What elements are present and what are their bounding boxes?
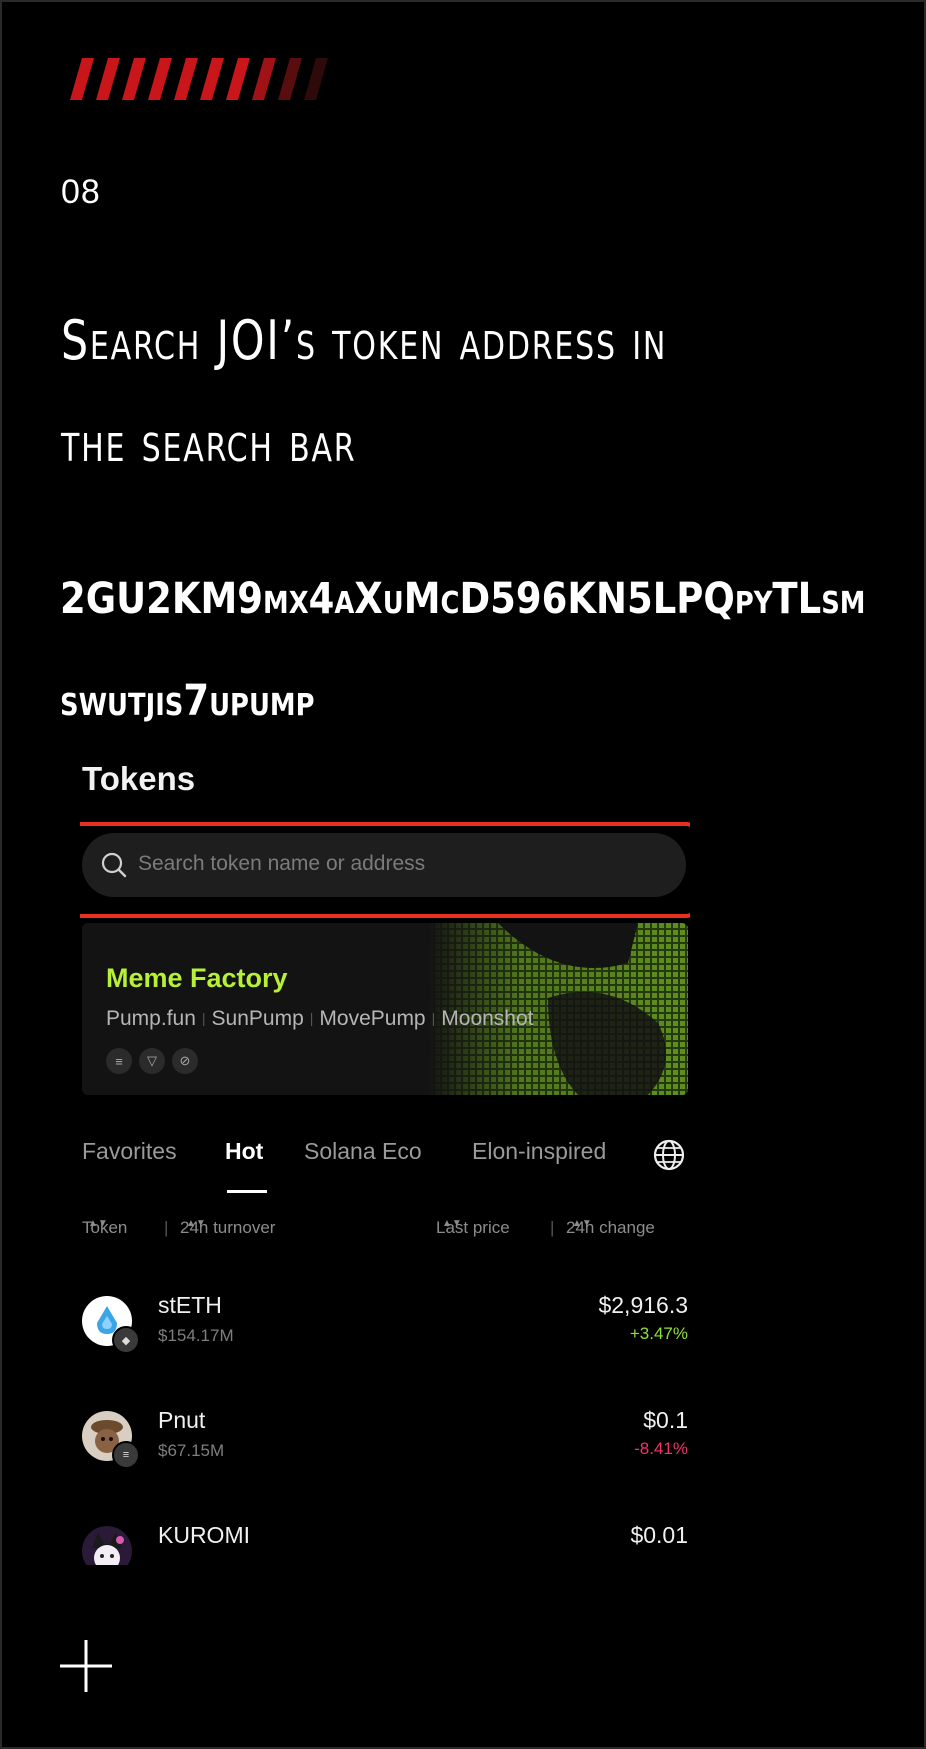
platform-label: SunPump (211, 1007, 304, 1030)
token-price: $0.01 (630, 1522, 688, 1548)
tab-hot[interactable]: Hot (225, 1138, 263, 1165)
token-turnover: $154.17M (158, 1326, 234, 1345)
heading-line-1: Search JOI’s token address in (61, 309, 668, 372)
platform-label: MovePump (319, 1007, 426, 1030)
tron-icon: ▽ (139, 1048, 165, 1074)
token-change: -8.41% (634, 1439, 688, 1458)
tab-solana-eco[interactable]: Solana Eco (304, 1138, 422, 1165)
solana-icon: ≡ (106, 1048, 132, 1074)
search-highlight-box (80, 822, 690, 918)
token-symbol: stETH (158, 1292, 222, 1318)
ethereum-icon: ◆ (112, 1326, 140, 1354)
step-number: 08 (61, 173, 101, 211)
banner-title: Meme Factory (106, 963, 288, 993)
token-change: +3.47% (629, 1324, 688, 1343)
token-turnover: $67.15M (158, 1441, 225, 1460)
token-row-pnut[interactable]: ≡ Pnut $67.15M $0.1 -8.41% (82, 1403, 688, 1473)
column-headers: Token ▲▼ | 24h turnover ▲▼ Last price ▲▼ | … (82, 1218, 655, 1237)
active-tab-underline (227, 1190, 267, 1193)
token-row-kuromi[interactable]: KUROMI $0.01 (82, 1518, 688, 1565)
token-row-steth[interactable]: ◆ stETH $154.17M $2,916.3 +3.47% (82, 1288, 688, 1358)
app-screenshot: Tokens Search token name or address Meme… (80, 760, 690, 1565)
solana-icon: ≡ (112, 1441, 140, 1469)
plus-icon[interactable] (60, 1640, 112, 1692)
token-price: $0.1 (643, 1407, 688, 1433)
tab-elon-inspired[interactable]: Elon-inspired (472, 1138, 606, 1165)
move-icon: ⊘ (172, 1048, 198, 1074)
chain-icons: ≡ ▽ ⊘ (106, 1048, 198, 1074)
token-address-line-1: 2GU2KM9mx4aXuMcD596KN5LPQpyTLsm (60, 574, 866, 624)
banner-platforms: Pump.fun | SunPump | MovePump | Moonshot (106, 1007, 534, 1030)
step-heading: Search JOI’s token address in the search… (61, 290, 791, 494)
red-stripes-decoration (70, 58, 328, 100)
meme-factory-banner[interactable]: Meme Factory Pump.fun | SunPump | MovePump | M… (82, 923, 688, 1095)
token-symbol: Pnut (158, 1407, 206, 1433)
platform-label: Pump.fun (106, 1007, 196, 1030)
category-tabs: Favorites Hot Solana Eco Elon-inspired (82, 1138, 690, 1198)
token-price: $2,916.3 (598, 1292, 688, 1318)
token-symbol: KUROMI (158, 1522, 250, 1548)
token-address-line-2: swutjis7upump (60, 676, 315, 726)
tab-favorites[interactable]: Favorites (82, 1138, 177, 1165)
token-address: 2GU2KM9mx4aXuMcD596KN5LPQpyTLsm swutjis7… (60, 548, 865, 752)
heading-line-2: the search bar (61, 411, 357, 474)
tokens-title: Tokens (82, 760, 196, 797)
kuromi-avatar (82, 1526, 132, 1565)
platform-label: Moonshot (441, 1007, 534, 1030)
globe-icon[interactable] (652, 1138, 686, 1172)
